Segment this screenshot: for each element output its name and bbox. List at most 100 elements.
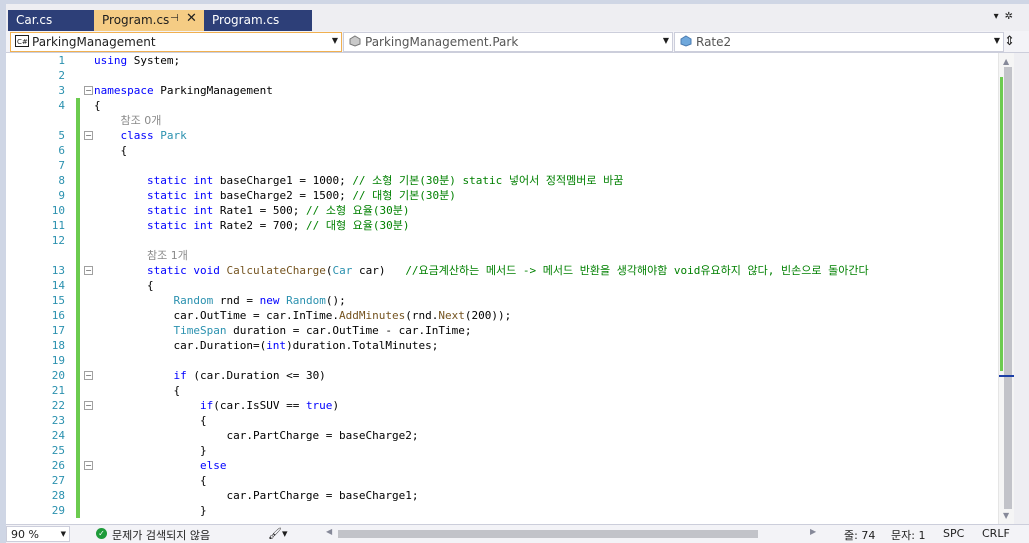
code-text[interactable]: 참조 0개 xyxy=(94,113,162,128)
code-line[interactable]: 7 xyxy=(6,158,998,173)
code-text[interactable]: { xyxy=(94,278,154,293)
vertical-scrollbar[interactable]: ▲ ▼ xyxy=(998,53,1015,524)
project-dropdown[interactable]: C# ParkingManagement ▼ xyxy=(10,32,342,52)
line-number: 23 xyxy=(51,414,65,427)
collapse-toggle-icon[interactable]: − xyxy=(84,266,93,275)
code-text[interactable]: { xyxy=(94,413,207,428)
code-editor[interactable]: 1 using System; 2 3− namespace ParkingManage… xyxy=(6,53,998,524)
code-line[interactable]: 9 static int baseCharge2 = 1500; // 대형 기… xyxy=(6,188,998,203)
type-dropdown[interactable]: ParkingManagement.Park ▼ xyxy=(343,32,673,52)
code-line[interactable]: 6 { xyxy=(6,143,998,158)
split-window-icon[interactable]: ⇕ xyxy=(1004,34,1015,49)
type-name: ParkingManagement.Park xyxy=(365,35,519,49)
issues-status[interactable]: 문제가 검색되지 않음 xyxy=(112,527,210,543)
horizontal-scrollbar[interactable]: ◀ ▶ xyxy=(326,527,826,539)
right-side-panel xyxy=(1014,53,1029,524)
code-line[interactable]: 2 xyxy=(6,68,998,83)
code-line[interactable]: 16 car.OutTime = car.InTime.AddMinutes(r… xyxy=(6,308,998,323)
code-text[interactable]: static int baseCharge1 = 1000; // 소형 기본(… xyxy=(94,173,623,188)
code-line[interactable]: 8 static int baseCharge1 = 1000; // 소형 기… xyxy=(6,173,998,188)
code-text[interactable]: TimeSpan duration = car.OutTime - car.In… xyxy=(94,323,471,338)
code-line[interactable]: 참조 0개 xyxy=(6,113,998,128)
line-indicator[interactable]: 줄: 74 xyxy=(844,527,875,543)
collapse-toggle-icon[interactable]: − xyxy=(84,461,93,470)
code-text[interactable]: static int baseCharge2 = 1500; // 대형 기본(… xyxy=(94,188,456,203)
code-text[interactable]: car.Duration=(int)duration.TotalMinutes; xyxy=(94,338,438,353)
code-line[interactable]: 17 TimeSpan duration = car.OutTime - car… xyxy=(6,323,998,338)
tab-label: Car.cs xyxy=(16,13,53,27)
code-text[interactable]: { xyxy=(94,143,127,158)
member-dropdown[interactable]: Rate2 ▼ xyxy=(674,32,1004,52)
code-line[interactable]: 24 car.PartCharge = baseCharge2; xyxy=(6,428,998,443)
code-text[interactable]: else xyxy=(94,458,227,473)
collapse-toggle-icon[interactable]: − xyxy=(84,131,93,140)
code-text[interactable]: { xyxy=(94,473,207,488)
code-line[interactable]: 18 car.Duration=(int)duration.TotalMinut… xyxy=(6,338,998,353)
code-line[interactable]: 13 − static void CalculateCharge(Car car)… xyxy=(6,263,998,278)
code-line[interactable]: 12 xyxy=(6,233,998,248)
code-cleanup-icon[interactable]: 🖌▾ xyxy=(268,527,288,540)
code-text[interactable]: if(car.IsSUV == true) xyxy=(94,398,339,413)
code-line[interactable]: 4{ xyxy=(6,98,998,113)
code-line[interactable]: 25 } xyxy=(6,443,998,458)
scroll-up-icon[interactable]: ▲ xyxy=(1003,57,1009,66)
editor-status-bar: 90 % ▼ ✓ 문제가 검색되지 않음 🖌▾ ◀ ▶ 줄: 74 문자: 1 … xyxy=(6,524,1029,543)
collapse-toggle-icon[interactable]: − xyxy=(84,371,93,380)
code-text[interactable]: static int Rate1 = 500; // 소형 요율(30분) xyxy=(94,203,410,218)
whitespace-indicator[interactable]: SPC xyxy=(943,527,964,540)
code-text[interactable]: static void CalculateCharge(Car car) //요… xyxy=(94,263,869,278)
code-line[interactable]: 23 { xyxy=(6,413,998,428)
line-number: 10 xyxy=(51,204,65,217)
tab-program-cs[interactable]: Program.cs xyxy=(204,10,312,31)
code-text[interactable]: { xyxy=(94,383,180,398)
tab-list-dropdown-icon[interactable]: ▾ xyxy=(994,11,1005,22)
code-text[interactable]: } xyxy=(94,503,207,518)
tab-car-cs[interactable]: Car.cs xyxy=(8,10,94,31)
code-text[interactable]: } xyxy=(94,443,207,458)
code-line[interactable]: 27 { xyxy=(6,473,998,488)
code-line[interactable]: 5 − class Park xyxy=(6,128,998,143)
code-text[interactable]: Random rnd = new Random(); xyxy=(94,293,345,308)
line-ending-indicator[interactable]: CRLF xyxy=(982,527,1010,540)
code-line[interactable]: 21 { xyxy=(6,383,998,398)
pin-icon[interactable]: ⊣ xyxy=(170,13,179,24)
code-text[interactable]: car.PartCharge = baseCharge1; xyxy=(94,488,418,503)
scrollbar-thumb[interactable] xyxy=(338,530,758,538)
code-line[interactable]: 3 − namespace ParkingManagement xyxy=(6,83,998,98)
collapse-toggle-icon[interactable]: − xyxy=(84,401,93,410)
code-line[interactable]: 19 xyxy=(6,353,998,368)
change-marker xyxy=(76,248,80,263)
code-line[interactable]: 29 } xyxy=(6,503,998,518)
code-line[interactable]: 14 { xyxy=(6,278,998,293)
code-line[interactable]: 1 using System; xyxy=(6,53,998,68)
code-text[interactable]: 참조 1개 xyxy=(94,248,188,263)
code-text[interactable]: { xyxy=(94,98,101,113)
line-number: 17 xyxy=(51,324,65,337)
code-line[interactable]: 15 Random rnd = new Random(); xyxy=(6,293,998,308)
zoom-dropdown[interactable]: 90 % ▼ xyxy=(6,526,70,542)
scrollbar-thumb[interactable] xyxy=(1004,67,1012,509)
code-line[interactable]: 28 car.PartCharge = baseCharge1; xyxy=(6,488,998,503)
code-line[interactable]: 참조 1개 xyxy=(6,248,998,263)
code-text[interactable]: if (car.Duration <= 30) xyxy=(94,368,325,383)
scroll-right-icon[interactable]: ▶ xyxy=(810,527,816,536)
code-line[interactable]: 10 static int Rate1 = 500; // 소형 요율(30분) xyxy=(6,203,998,218)
code-text[interactable]: car.PartCharge = baseCharge2; xyxy=(94,428,418,443)
code-line[interactable]: 20 − if (car.Duration <= 30) xyxy=(6,368,998,383)
tab-program-cs-active[interactable]: Program.cs ⊣ ✕ xyxy=(94,10,204,31)
column-indicator[interactable]: 문자: 1 xyxy=(891,527,925,543)
scroll-left-icon[interactable]: ◀ xyxy=(326,527,332,536)
code-text[interactable]: namespace ParkingManagement xyxy=(94,83,273,98)
code-text[interactable]: static int Rate2 = 700; // 대형 요율(30분) xyxy=(94,218,410,233)
code-text[interactable]: using System; xyxy=(94,53,180,68)
settings-gear-icon[interactable]: ✲ xyxy=(1005,11,1019,22)
collapse-toggle-icon[interactable]: − xyxy=(84,86,93,95)
code-text[interactable]: class Park xyxy=(94,128,187,143)
code-text[interactable]: car.OutTime = car.InTime.AddMinutes(rnd.… xyxy=(94,308,511,323)
code-line[interactable]: 22 − if(car.IsSUV == true) xyxy=(6,398,998,413)
close-icon[interactable]: ✕ xyxy=(186,11,197,26)
scroll-down-icon[interactable]: ▼ xyxy=(1003,511,1009,520)
change-marker xyxy=(76,263,80,278)
code-line[interactable]: 11 static int Rate2 = 700; // 대형 요율(30분) xyxy=(6,218,998,233)
code-line[interactable]: 26 − else xyxy=(6,458,998,473)
